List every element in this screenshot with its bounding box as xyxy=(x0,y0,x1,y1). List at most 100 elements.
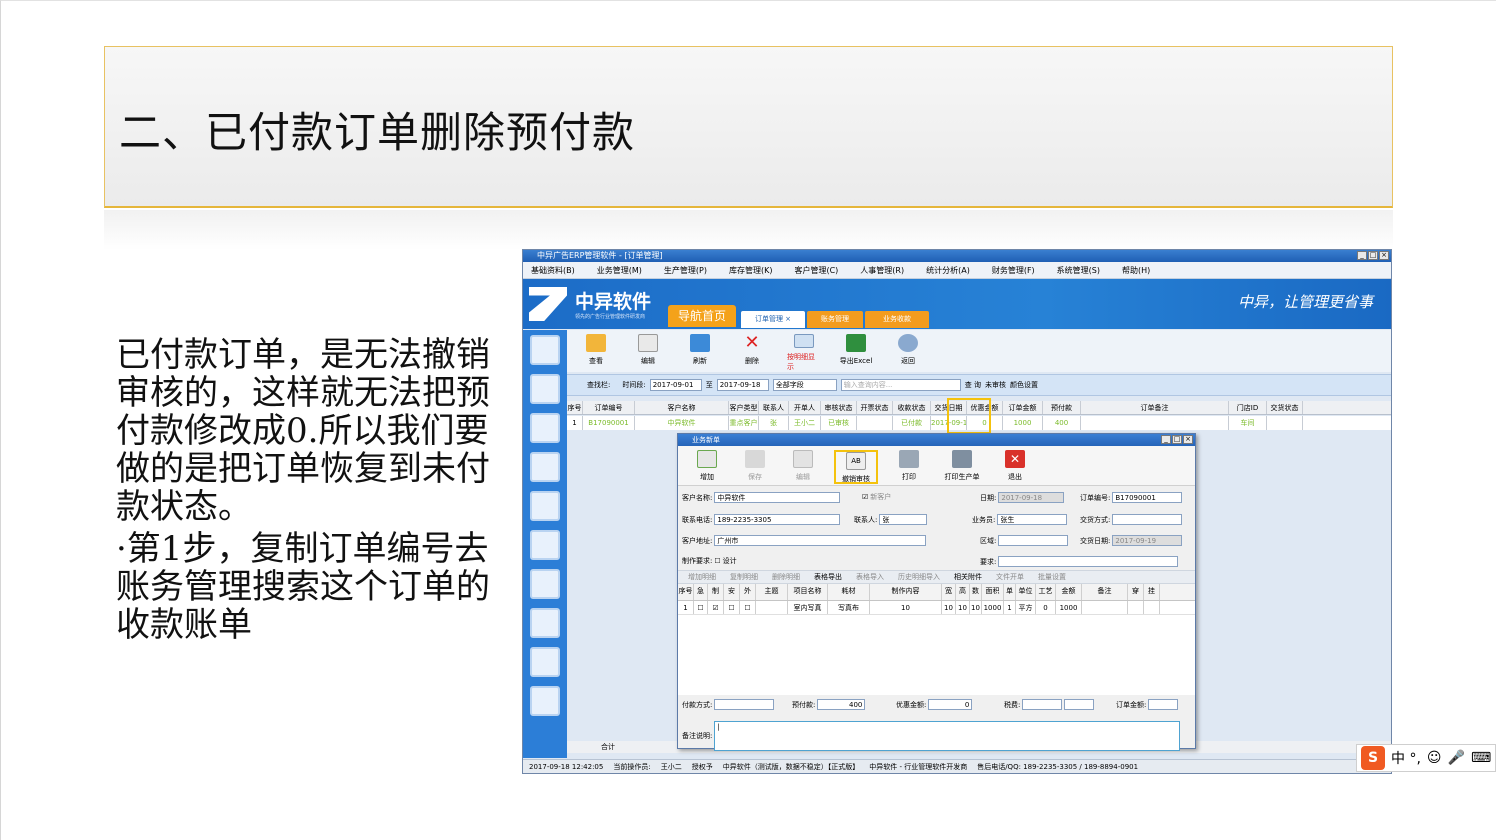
menu-stats[interactable]: 统计分析(A) xyxy=(926,265,970,276)
contact-field[interactable]: 张 xyxy=(879,514,928,525)
search-button[interactable]: 查 询 xyxy=(965,380,981,390)
unaudit-button[interactable]: AB 撤销审核 xyxy=(834,450,878,484)
gear-icon[interactable] xyxy=(530,608,560,638)
menu-production[interactable]: 生产管理(P) xyxy=(664,265,707,276)
date-field[interactable]: 2017-09-18 xyxy=(998,492,1065,503)
delivery-date-field[interactable]: 2017-09-19 xyxy=(1112,535,1183,546)
chart-icon[interactable] xyxy=(530,569,560,599)
tab-export-table[interactable]: 表格导出 xyxy=(814,572,842,582)
filter-bar: 查找栏: 时间段: 2017-09-01 至 2017-09-18 全部字段 输… xyxy=(567,374,1391,396)
microphone-icon[interactable]: 🎤 xyxy=(1448,750,1465,766)
phone-field[interactable]: 189-2235-3305 xyxy=(714,514,841,525)
minimize-button[interactable]: _ xyxy=(1357,251,1367,260)
tax-field[interactable] xyxy=(1022,699,1063,710)
back-button[interactable]: 返回 xyxy=(891,334,925,372)
save-button[interactable]: 保存 xyxy=(738,450,772,485)
customer-input[interactable]: 中异软件 xyxy=(714,492,841,503)
tab-attachments[interactable]: 相关附件 xyxy=(954,572,982,582)
ime-toolbar[interactable]: S 中 °, ☺ 🎤 ⌨ xyxy=(1356,744,1496,772)
monitor-icon[interactable] xyxy=(530,647,560,677)
dialog-minimize-button[interactable]: _ xyxy=(1161,435,1171,444)
order-number-field[interactable]: B17090001 xyxy=(1112,492,1183,503)
status-operator-label: 当前操作员: xyxy=(613,762,651,771)
print-button[interactable]: 打印 xyxy=(892,450,926,485)
area-field[interactable] xyxy=(998,535,1069,546)
to-label: 至 xyxy=(705,381,713,389)
new-customer-checkbox[interactable]: ☑ xyxy=(862,493,868,501)
sogou-icon: S xyxy=(1361,746,1385,770)
dialog-edit-button[interactable]: 编辑 xyxy=(786,450,820,485)
home-icon[interactable] xyxy=(530,452,560,482)
logo-icon xyxy=(529,287,567,321)
prepayment-field[interactable]: 400 xyxy=(817,699,866,710)
date-to[interactable]: 2017-09-18 xyxy=(716,379,769,391)
tab-copy-detail[interactable]: 复制明细 xyxy=(730,572,758,582)
edit-icon xyxy=(793,450,813,468)
keyboard-icon[interactable]: ⌨ xyxy=(1471,750,1491,766)
search-input[interactable]: 输入查询内容... xyxy=(840,379,961,391)
print-production-button[interactable]: 打印生产单 xyxy=(940,450,984,485)
menu-help[interactable]: 帮助(H) xyxy=(1122,265,1150,276)
tab-add-detail[interactable]: 增加明细 xyxy=(688,572,716,582)
maximize-button[interactable]: □ xyxy=(1368,251,1378,260)
menu-hr[interactable]: 人事管理(R) xyxy=(860,265,904,276)
menu-inventory[interactable]: 库存管理(K) xyxy=(729,265,773,276)
save-icon xyxy=(745,450,765,468)
nav-home-tab[interactable]: 导航首页 xyxy=(668,305,736,327)
menu-basic[interactable]: 基础资料(B) xyxy=(531,265,575,276)
tab-batch-settings[interactable]: 批量设置 xyxy=(1038,572,1066,582)
clipboard-icon[interactable] xyxy=(530,686,560,716)
menu-finance[interactable]: 财务管理(F) xyxy=(992,265,1035,276)
calculator-icon[interactable] xyxy=(530,413,560,443)
memo-textarea[interactable]: | xyxy=(714,721,1181,751)
refresh-button[interactable]: 刷新 xyxy=(683,334,717,372)
unaudited-button[interactable]: 未审核 xyxy=(985,380,1006,390)
orders-icon[interactable] xyxy=(530,335,560,365)
edit-button[interactable]: 编辑 xyxy=(631,334,665,372)
dialog-close-button[interactable]: × xyxy=(1183,435,1193,444)
menu-system[interactable]: 系统管理(S) xyxy=(1057,265,1100,276)
emoji-icon[interactable]: ☺ xyxy=(1427,750,1442,766)
close-button[interactable]: × xyxy=(1379,251,1389,260)
address-field[interactable]: 广州市 xyxy=(714,535,927,546)
download-icon[interactable] xyxy=(530,374,560,404)
date-from[interactable]: 2017-09-01 xyxy=(649,379,702,391)
paragraph-1: 已付款订单，是无法撤销审核的，这样就无法把预付款修改成0.所以我们要做的是把订单… xyxy=(116,335,490,527)
sidebar xyxy=(523,330,567,758)
tab-order-management[interactable]: 订单管理 × xyxy=(741,311,805,328)
tab-import-table[interactable]: 表格导入 xyxy=(856,572,884,582)
user-icon[interactable] xyxy=(530,491,560,521)
ime-mode[interactable]: 中 °, xyxy=(1391,748,1421,768)
audit-icon: AB xyxy=(846,452,866,470)
design-checkbox[interactable]: ☐ xyxy=(714,557,720,565)
salesperson-field[interactable]: 张生 xyxy=(997,514,1068,525)
view-button[interactable]: 查看 xyxy=(579,334,613,372)
tax-amount-field[interactable] xyxy=(1064,699,1095,710)
group-icon[interactable] xyxy=(530,530,560,560)
export-excel-button[interactable]: 导出Excel xyxy=(839,334,873,372)
tab-history-import[interactable]: 历史明细导入 xyxy=(898,572,940,582)
menu-customer[interactable]: 客户管理(C) xyxy=(794,265,838,276)
dialog-maximize-button[interactable]: □ xyxy=(1172,435,1182,444)
status-support: 售后电话/QQ: 189-2235-3305 / 189-8894-0901 xyxy=(977,762,1139,771)
back-arrow-icon xyxy=(898,334,918,352)
menubar: 基础资料(B) 业务管理(M) 生产管理(P) 库存管理(K) 客户管理(C) … xyxy=(523,262,1391,279)
tab-file-order[interactable]: 文件开单 xyxy=(996,572,1024,582)
delete-button[interactable]: ✕ 删除 xyxy=(735,334,769,372)
printer-icon xyxy=(952,450,972,468)
color-settings-button[interactable]: 颜色设置 xyxy=(1010,380,1038,390)
payment-method-field[interactable] xyxy=(714,699,775,710)
field-select[interactable]: 全部字段 xyxy=(772,379,837,391)
exit-button[interactable]: ✕ 退出 xyxy=(998,450,1032,485)
tab-delete-detail[interactable]: 删除明细 xyxy=(772,572,800,582)
menu-business[interactable]: 业务管理(M) xyxy=(597,265,642,276)
discount-field[interactable]: 0 xyxy=(928,699,973,710)
detail-view-button[interactable]: 按明细显示 xyxy=(787,334,821,372)
tab-accounts[interactable]: 账务管理 xyxy=(807,311,863,328)
table-row[interactable]: 1 ☐ ☑ ☐ ☐ 室内写真 写真布 10 10 10 10 1000 1 平方… xyxy=(678,601,1195,615)
add-button[interactable]: 增加 xyxy=(690,450,724,485)
demand-field[interactable] xyxy=(998,556,1179,567)
delivery-method-field[interactable] xyxy=(1112,514,1183,525)
order-amount-field[interactable] xyxy=(1148,699,1179,710)
tab-receipts[interactable]: 业务收款 xyxy=(865,311,929,328)
